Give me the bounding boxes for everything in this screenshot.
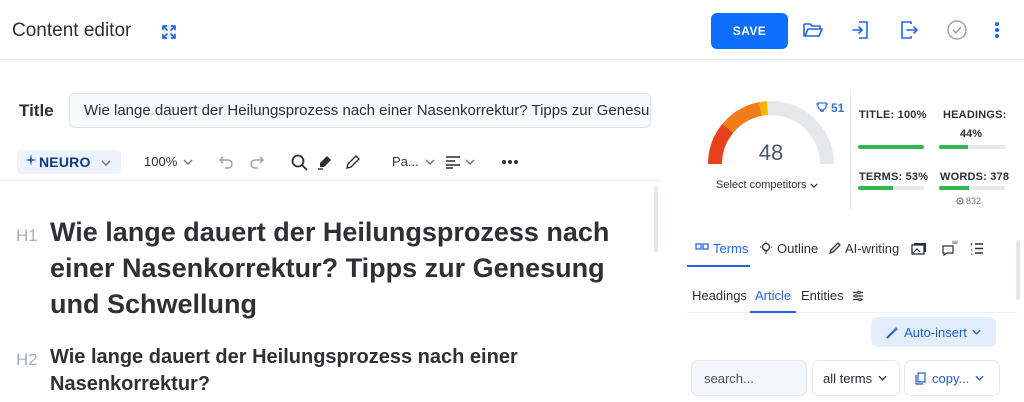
- sparkle-icon: [25, 153, 37, 171]
- chevron-down-icon: [975, 375, 984, 381]
- title-label: Title: [19, 101, 54, 120]
- subtab-article[interactable]: Article: [755, 288, 791, 303]
- magic-wand-icon: [886, 326, 899, 339]
- editor-scrollbar[interactable]: [654, 186, 658, 252]
- tab-terms-label: Terms: [713, 240, 749, 256]
- competitors-label: Select competitors: [716, 179, 807, 191]
- export-icon[interactable]: [897, 18, 921, 42]
- heading-h2[interactable]: Wie lange dauert der Heilungsprozess nac…: [50, 344, 610, 398]
- title-progress-fill: [858, 145, 924, 149]
- target-words: 832: [956, 196, 981, 206]
- chevron-down-icon: [101, 153, 111, 171]
- target-icon: [956, 197, 964, 205]
- panel-divider: [850, 90, 851, 210]
- chat-crown-icon: [942, 240, 958, 257]
- pen-nib-icon: [829, 242, 841, 254]
- tab-ai-writing[interactable]: AI-writing: [829, 238, 899, 258]
- panel-scrollbar[interactable]: [1016, 240, 1020, 300]
- align-left-icon: [446, 156, 460, 169]
- active-subtab-indicator: [750, 311, 796, 313]
- copy-label: copy...: [932, 370, 970, 386]
- paragraph-value: Pa...: [392, 154, 419, 169]
- tab-outline-label: Outline: [777, 240, 819, 256]
- title-input[interactable]: Wie lange dauert der Heilungsprozess nac…: [69, 93, 651, 128]
- neuro-brand: NEURO: [39, 154, 91, 170]
- more-horizontal-icon[interactable]: [502, 151, 518, 173]
- title-stat: TITLE: 100%: [859, 109, 927, 121]
- expand-icon[interactable]: [160, 23, 178, 41]
- gauge-segment-3: [759, 101, 769, 116]
- chevron-down-icon: [972, 329, 981, 335]
- auto-insert-label: Auto-insert: [904, 324, 967, 340]
- toolbar-divider: [0, 180, 660, 181]
- headings-progress-bar: [939, 145, 1005, 149]
- search-icon[interactable]: [291, 151, 308, 173]
- lightbulb-icon: [760, 241, 772, 254]
- heading-h1[interactable]: Wie lange dauert der Heilungsprozess nac…: [50, 214, 640, 322]
- select-competitors-button[interactable]: Select competitors: [716, 179, 819, 191]
- numbered-list-icon: [970, 242, 983, 255]
- tab-images[interactable]: [911, 238, 927, 258]
- images-icon: [911, 242, 926, 255]
- chevron-down-icon: [810, 182, 819, 188]
- tab-list[interactable]: [970, 238, 984, 258]
- marker-icon[interactable]: [317, 151, 333, 173]
- subtab-headings[interactable]: Headings: [692, 288, 747, 303]
- subtab-entities[interactable]: Entities: [801, 288, 844, 303]
- copy-button[interactable]: copy...: [904, 360, 1000, 396]
- zoom-select[interactable]: 100%: [144, 154, 193, 169]
- h1-tag: H1: [16, 226, 38, 245]
- target-score: 51: [815, 101, 844, 115]
- gauge-segment-2: [722, 102, 763, 133]
- words-progress-fill: [939, 186, 969, 190]
- headings-progress-fill: [939, 145, 969, 149]
- paragraph-select[interactable]: Pa...: [392, 154, 435, 169]
- words-progress-bar: [939, 186, 1005, 190]
- zoom-value: 100%: [144, 154, 178, 169]
- copy-icon: [915, 371, 926, 385]
- import-icon[interactable]: [849, 18, 873, 42]
- chevron-down-icon: [878, 375, 887, 381]
- tab-terms[interactable]: Terms: [695, 238, 748, 258]
- subtab-divider: [687, 312, 1017, 313]
- trophy-icon: [816, 102, 828, 112]
- filter-settings-icon[interactable]: [852, 290, 864, 305]
- app-title: Content editor: [12, 20, 132, 41]
- terms-progress-fill: [858, 186, 893, 190]
- words-stat: WORDS: 378: [940, 171, 1010, 183]
- terms-stat: TERMS: 53%: [859, 171, 929, 183]
- kebab-menu-icon[interactable]: [985, 18, 1009, 42]
- main-tabs: Terms Outline AI-writing: [687, 238, 1017, 266]
- align-select[interactable]: [445, 151, 475, 173]
- redo-icon[interactable]: [249, 151, 265, 173]
- save-button[interactable]: SAVE: [711, 13, 788, 49]
- target-score-value: 51: [831, 101, 845, 115]
- terms-filter-value: all terms: [823, 370, 873, 386]
- chevron-down-icon: [465, 159, 475, 165]
- quote-icon: [695, 243, 709, 250]
- h2-tag: H2: [16, 350, 38, 369]
- terms-progress-bar: [858, 186, 924, 190]
- terms-search-input[interactable]: [691, 360, 807, 396]
- active-tab-indicator: [687, 265, 750, 267]
- tab-ai-writing-label: AI-writing: [845, 240, 900, 256]
- content-score: 48: [758, 140, 784, 165]
- terms-filter-select[interactable]: all terms: [812, 360, 900, 396]
- tab-outline[interactable]: Outline: [759, 238, 818, 258]
- pen-icon[interactable]: [345, 151, 361, 173]
- top-bar: Content editor SAVE: [0, 0, 1024, 60]
- chevron-down-icon: [425, 159, 435, 165]
- chevron-down-icon: [183, 159, 193, 165]
- target-words-value: 832: [966, 196, 982, 206]
- title-progress-bar: [858, 145, 924, 149]
- auto-insert-button[interactable]: Auto-insert: [871, 317, 996, 347]
- undo-icon[interactable]: [218, 151, 234, 173]
- check-circle-icon[interactable]: [945, 18, 969, 42]
- tab-chat[interactable]: [941, 238, 959, 258]
- folder-open-icon[interactable]: [801, 18, 825, 42]
- headings-percent: 44%: [960, 128, 983, 140]
- neuro-ai-button[interactable]: NEURO: [17, 150, 121, 174]
- headings-stat: HEADINGS:: [943, 109, 1007, 121]
